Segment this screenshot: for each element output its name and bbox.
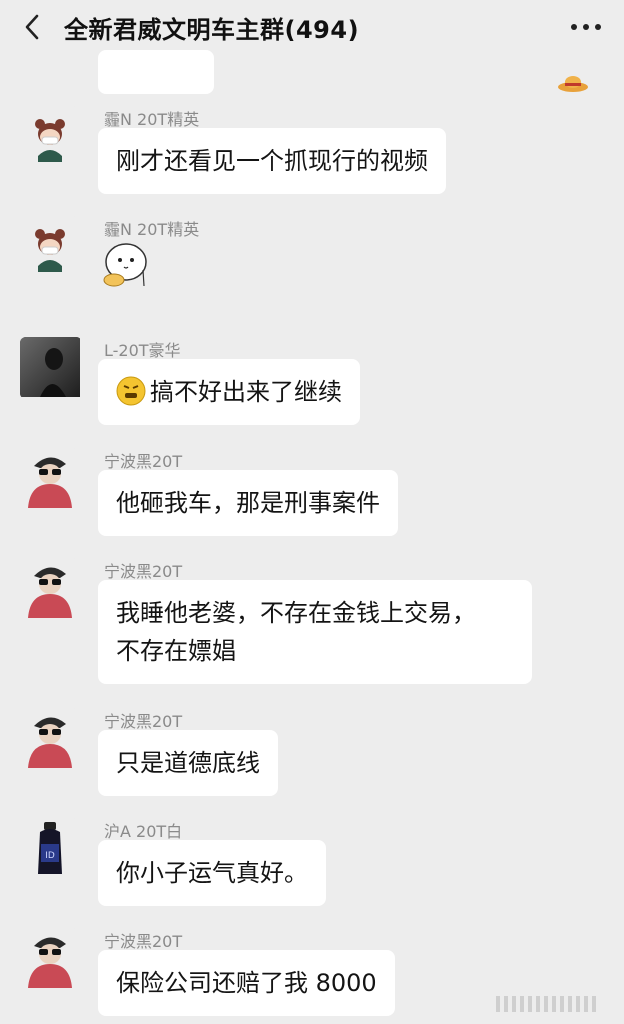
message-bubble[interactable]: 你小子运气真好。 xyxy=(98,840,326,906)
more-dots-icon[interactable] xyxy=(566,14,606,40)
cartoon-girl-avatar-icon xyxy=(20,216,80,276)
sender-name: L-20T豪华 xyxy=(104,341,181,360)
sunglasses-man-avatar-icon xyxy=(20,928,80,988)
avatar[interactable] xyxy=(20,337,82,399)
message-bubble[interactable]: 搞不好出来了继续 xyxy=(98,359,360,425)
cute-blob-sticker-icon[interactable] xyxy=(98,240,152,290)
message-line: 不存在嫖娼 xyxy=(116,637,236,665)
avatar[interactable] xyxy=(20,708,80,768)
message-list: 霾N 20T精英 刚才还看见一个抓现行的视频 霾N 20T精英 L-20T豪华 … xyxy=(0,50,624,1024)
dark-portrait-avatar-icon xyxy=(20,337,80,397)
avatar[interactable] xyxy=(20,106,80,166)
message-bubble[interactable]: 他砸我车，那是刑事案件 xyxy=(98,470,398,536)
watermark-bars-icon xyxy=(496,996,596,1012)
message-bubble[interactable]: 保险公司还赔了我 8000 xyxy=(98,950,395,1016)
chevron-left-icon[interactable] xyxy=(18,12,48,42)
message-line: 我睡他老婆，不存在金钱上交易， xyxy=(116,599,476,627)
avatar[interactable] xyxy=(20,448,80,508)
avatar[interactable]: ID xyxy=(20,818,80,878)
sender-name: 霾N 20T精英 xyxy=(104,110,200,129)
avatar[interactable] xyxy=(20,558,80,618)
sunglasses-man-avatar-icon xyxy=(20,558,80,618)
chat-title: 全新君威文明车主群(494) xyxy=(64,16,360,44)
sender-name: 霾N 20T精英 xyxy=(104,220,200,239)
chat-header: 全新君威文明车主群(494) xyxy=(0,0,624,54)
sender-name: 宁波黑20T xyxy=(104,452,183,471)
message-text: 搞不好出来了继续 xyxy=(150,378,342,406)
sunglasses-man-avatar-icon xyxy=(20,708,80,768)
message-bubble[interactable]: 只是道德底线 xyxy=(98,730,278,796)
sender-name: 宁波黑20T xyxy=(104,712,183,731)
cartoon-girl-avatar-icon xyxy=(20,106,80,166)
message-bubble[interactable]: 刚才还看见一个抓现行的视频 xyxy=(98,128,446,194)
dark-bottle-avatar-icon: ID xyxy=(20,818,80,878)
message-bubble[interactable]: 我睡他老婆，不存在金钱上交易， 不存在嫖娼 xyxy=(98,580,532,684)
grimace-emoji-icon xyxy=(116,376,146,406)
straw-hat-icon xyxy=(558,76,588,92)
partial-message-bubble xyxy=(98,50,214,94)
sender-name: 沪A 20T白 xyxy=(104,822,183,841)
sunglasses-man-avatar-icon xyxy=(20,448,80,508)
avatar[interactable] xyxy=(20,216,80,276)
svg-text:ID: ID xyxy=(45,851,55,861)
avatar[interactable] xyxy=(20,928,80,988)
sender-name: 宁波黑20T xyxy=(104,932,183,951)
sender-name: 宁波黑20T xyxy=(104,562,183,581)
